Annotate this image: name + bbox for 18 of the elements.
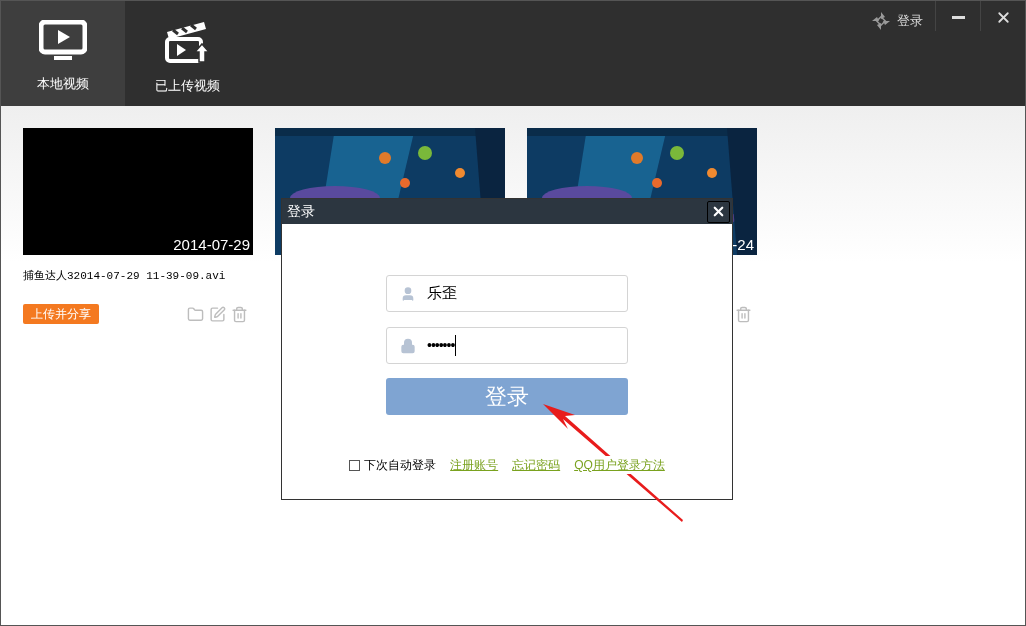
- close-icon: [711, 204, 726, 219]
- monitor-play-icon: [39, 19, 87, 62]
- auto-login-checkbox[interactable]: [349, 459, 361, 471]
- dialog-title: 登录: [287, 202, 315, 221]
- auto-login-label: 下次自动登录: [364, 457, 437, 474]
- user-icon: [400, 285, 416, 302]
- lock-icon: [400, 337, 416, 354]
- video-thumbnail[interactable]: 2014-07-29: [23, 128, 253, 255]
- video-date: -24: [732, 237, 754, 252]
- video-date: 2014-07-29: [173, 237, 250, 252]
- username-field[interactable]: 乐歪: [386, 275, 628, 312]
- nav-tab[interactable]: 本地视频: [1, 1, 125, 106]
- logo-icon: [871, 11, 891, 31]
- close-button[interactable]: [707, 200, 730, 223]
- video-filename: 捕鱼达人32014-07-29 11-39-09.avi: [23, 270, 226, 282]
- login-link[interactable]: 登录: [859, 1, 935, 41]
- password-field[interactable]: •••••••: [386, 327, 628, 364]
- minimize-icon: [951, 15, 965, 19]
